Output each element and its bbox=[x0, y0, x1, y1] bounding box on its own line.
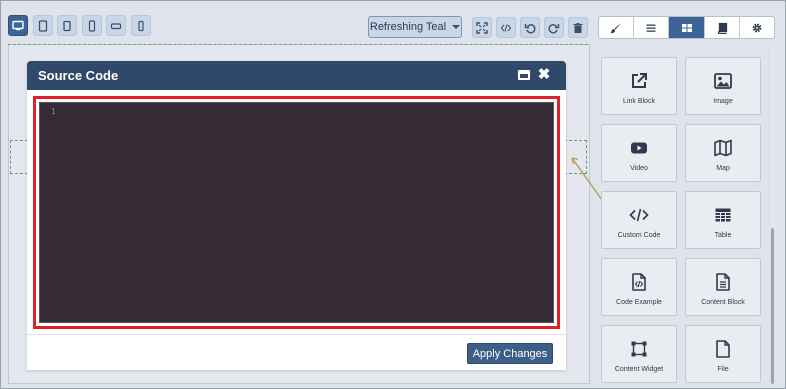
document-icon bbox=[716, 273, 730, 291]
mobile-landscape-icon bbox=[110, 22, 122, 29]
block-label: Video bbox=[630, 165, 648, 172]
fullscreen-button[interactable] bbox=[472, 17, 492, 38]
modal-footer-divider bbox=[27, 334, 566, 335]
block-code-example[interactable]: Code Example bbox=[601, 258, 677, 316]
block-custom-code[interactable]: Custom Code bbox=[601, 191, 677, 249]
mobile-view-button[interactable] bbox=[82, 15, 102, 36]
widget-icon bbox=[631, 341, 647, 357]
panel-tabs bbox=[598, 16, 775, 39]
block-label: File bbox=[717, 366, 729, 373]
tablet-small-icon bbox=[63, 20, 71, 31]
tablet-icon bbox=[38, 19, 48, 32]
editor-highlight-box: 1 bbox=[33, 96, 560, 329]
caret-down-icon bbox=[452, 25, 461, 29]
block-link-block[interactable]: Link Block bbox=[601, 57, 677, 115]
table-icon bbox=[715, 208, 731, 222]
block-label: Content Widget bbox=[614, 366, 664, 373]
modal-header: Source Code ✖ bbox=[27, 61, 566, 90]
block-label: Image bbox=[713, 98, 733, 105]
line-number: 1 bbox=[51, 107, 56, 116]
desktop-icon bbox=[12, 20, 24, 30]
apply-changes-button[interactable]: Apply Changes bbox=[467, 343, 553, 364]
trash-icon bbox=[573, 22, 583, 33]
tab-blocks[interactable] bbox=[669, 17, 705, 38]
maximize-icon[interactable] bbox=[518, 70, 530, 80]
desktop-view-button[interactable] bbox=[8, 15, 28, 36]
blocks-panel: Link Block Image Video Map Custom Code T… bbox=[596, 44, 774, 384]
menu-icon bbox=[646, 24, 656, 32]
image-icon bbox=[714, 73, 732, 89]
book-icon bbox=[717, 22, 727, 34]
tab-pages[interactable] bbox=[705, 17, 740, 38]
mobile-portrait-icon bbox=[138, 20, 144, 31]
map-icon bbox=[714, 139, 732, 157]
external-link-icon bbox=[632, 73, 647, 88]
mobile-icon bbox=[88, 19, 96, 32]
block-label: Map bbox=[716, 165, 730, 172]
blocks-icon bbox=[681, 23, 692, 32]
block-content-widget[interactable]: Content Widget bbox=[601, 325, 677, 383]
code-icon bbox=[500, 23, 512, 32]
undo-icon bbox=[524, 23, 536, 33]
block-table[interactable]: Table bbox=[685, 191, 761, 249]
block-file[interactable]: File bbox=[685, 325, 761, 383]
tab-settings[interactable] bbox=[740, 17, 774, 38]
code-editor[interactable]: 1 bbox=[39, 102, 554, 323]
block-content-block[interactable]: Content Block bbox=[685, 258, 761, 316]
blocks-scrollbar-thumb[interactable] bbox=[771, 228, 774, 384]
gear-icon bbox=[752, 23, 762, 32]
block-label: Custom Code bbox=[617, 232, 661, 239]
block-image[interactable]: Image bbox=[685, 57, 761, 115]
tablet-view-button[interactable] bbox=[33, 15, 53, 36]
theme-select-label: Refreshing Teal bbox=[369, 21, 447, 33]
brush-icon bbox=[610, 22, 622, 33]
block-label: Content Block bbox=[701, 299, 745, 306]
theme-select[interactable]: Refreshing Teal bbox=[368, 16, 462, 38]
block-label: Code Example bbox=[616, 299, 662, 306]
block-video[interactable]: Video bbox=[601, 124, 677, 182]
mobile-portrait-view-button[interactable] bbox=[131, 15, 151, 36]
code-icon bbox=[629, 208, 649, 222]
code-file-icon bbox=[632, 273, 646, 291]
tab-style-manager[interactable] bbox=[599, 17, 635, 38]
undo-button[interactable] bbox=[520, 17, 540, 38]
block-label: Table bbox=[714, 232, 732, 239]
file-icon bbox=[716, 340, 730, 358]
redo-icon bbox=[548, 23, 560, 33]
mobile-landscape-view-button[interactable] bbox=[106, 15, 126, 36]
delete-button[interactable] bbox=[568, 17, 588, 38]
block-map[interactable]: Map bbox=[685, 124, 761, 182]
modal-title: Source Code bbox=[38, 68, 119, 83]
block-label: Link Block bbox=[623, 98, 655, 105]
redo-button[interactable] bbox=[544, 17, 564, 38]
view-code-button[interactable] bbox=[496, 17, 516, 38]
video-icon bbox=[631, 142, 647, 154]
tab-layers[interactable] bbox=[634, 17, 670, 38]
tablet-small-view-button[interactable] bbox=[57, 15, 77, 36]
fullscreen-icon bbox=[476, 21, 488, 34]
source-code-modal: Source Code ✖ 1 Apply Changes bbox=[27, 61, 566, 370]
canvas-wrapper-outline bbox=[8, 44, 588, 45]
close-icon[interactable]: ✖ bbox=[537, 66, 551, 84]
